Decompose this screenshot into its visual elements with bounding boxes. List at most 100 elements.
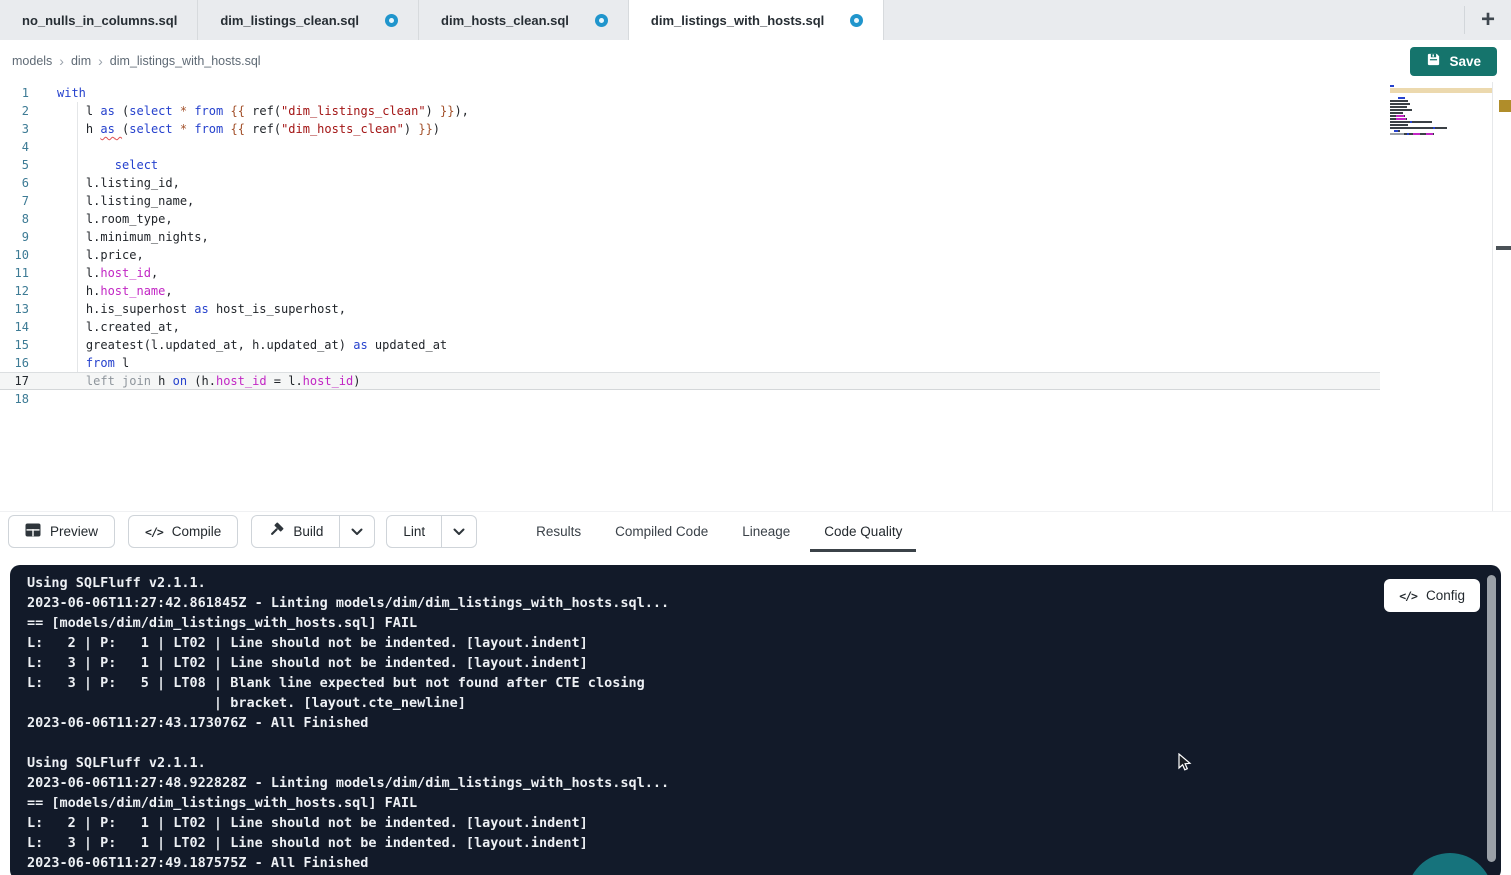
minimap-line bbox=[1390, 103, 1492, 105]
minimap-line bbox=[1390, 118, 1492, 120]
code-line[interactable]: 13 h.is_superhost as host_is_superhost, bbox=[0, 300, 1380, 318]
save-button[interactable]: Save bbox=[1410, 47, 1497, 76]
file-tab-label: dim_listings_with_hosts.sql bbox=[651, 13, 824, 28]
dbt-ide-window: no_nulls_in_columns.sql dim_listings_clea… bbox=[0, 0, 1511, 875]
line-number: 14 bbox=[0, 318, 44, 336]
code-line[interactable]: 9 l.minimum_nights, bbox=[0, 228, 1380, 246]
file-tab-label: dim_listings_clean.sql bbox=[220, 13, 359, 28]
minimap-error-highlight bbox=[1390, 88, 1492, 93]
new-tab-button[interactable]: + bbox=[1465, 0, 1511, 40]
code-line[interactable]: 17 left join h on (h.host_id = l.host_id… bbox=[0, 372, 1380, 390]
code-line[interactable]: 14 l.created_at, bbox=[0, 318, 1380, 336]
line-number: 16 bbox=[0, 354, 44, 372]
file-tab[interactable]: dim_listings_with_hosts.sql bbox=[629, 0, 884, 40]
minimap-line bbox=[1390, 109, 1492, 111]
file-tab[interactable]: dim_listings_clean.sql bbox=[198, 0, 419, 40]
config-label: Config bbox=[1426, 588, 1465, 603]
breadcrumb-separator: › bbox=[59, 53, 64, 69]
hammer-icon bbox=[268, 522, 284, 541]
code-line[interactable]: 10 l.price, bbox=[0, 246, 1380, 264]
file-tab-label: no_nulls_in_columns.sql bbox=[22, 13, 177, 28]
code-line[interactable]: 5 select bbox=[0, 156, 1380, 174]
code-line-text bbox=[44, 390, 57, 408]
minimap-line bbox=[1390, 94, 1492, 96]
file-tab[interactable]: dim_hosts_clean.sql bbox=[419, 0, 629, 40]
chevron-down-icon bbox=[453, 524, 465, 539]
overview-ruler-warning-marker bbox=[1499, 100, 1511, 112]
tab-compiled-code[interactable]: Compiled Code bbox=[601, 512, 722, 552]
code-line[interactable]: 1with bbox=[0, 84, 1380, 102]
terminal-line: == [models/dim/dim_listings_with_hosts.s… bbox=[27, 613, 669, 633]
breadcrumb-segment[interactable]: dim_listings_with_hosts.sql bbox=[110, 54, 261, 68]
code-line[interactable]: 12 h.host_name, bbox=[0, 282, 1380, 300]
code-brackets-icon: </> bbox=[1399, 589, 1417, 603]
file-tab-bar: no_nulls_in_columns.sql dim_listings_clea… bbox=[0, 0, 1511, 40]
terminal-line: Using SQLFluff v2.1.1. bbox=[27, 753, 669, 773]
code-line-text: left join h on (h.host_id = l.host_id) bbox=[44, 373, 360, 389]
lint-dropdown-button[interactable] bbox=[442, 515, 477, 548]
minimap[interactable] bbox=[1390, 85, 1492, 145]
code-line-text: h.host_name, bbox=[44, 282, 173, 300]
terminal-line: | bracket. [layout.cte_newline] bbox=[27, 693, 669, 713]
build-label: Build bbox=[293, 524, 323, 539]
terminal-line: Using SQLFluff v2.1.1. bbox=[27, 573, 669, 593]
code-line[interactable]: 6 l.listing_id, bbox=[0, 174, 1380, 192]
build-button[interactable]: Build bbox=[251, 515, 340, 548]
save-icon bbox=[1426, 52, 1441, 70]
terminal-panel[interactable]: Using SQLFluff v2.1.1.2023-06-06T11:27:4… bbox=[10, 565, 1501, 875]
code-line[interactable]: 8 l.room_type, bbox=[0, 210, 1380, 228]
file-tab-label: dim_hosts_clean.sql bbox=[441, 13, 569, 28]
breadcrumb: models›dim›dim_listings_with_hosts.sql bbox=[12, 54, 261, 69]
minimap-line bbox=[1390, 124, 1492, 126]
code-line-text: l.price, bbox=[44, 246, 144, 264]
terminal-line: 2023-06-06T11:27:48.922828Z - Linting mo… bbox=[27, 773, 669, 793]
editor-scrollbar-track[interactable] bbox=[1492, 82, 1493, 511]
line-number: 6 bbox=[0, 174, 44, 192]
code-line-text bbox=[44, 138, 57, 156]
line-number: 9 bbox=[0, 228, 44, 246]
terminal-line: L: 3 | P: 1 | LT02 | Line should not be … bbox=[27, 833, 669, 853]
code-line[interactable]: 18 bbox=[0, 390, 1380, 408]
code-line[interactable]: 3 h as (select * from {{ ref("dim_hosts_… bbox=[0, 120, 1380, 138]
code-line-text: with bbox=[44, 84, 86, 102]
config-button[interactable]: </> Config bbox=[1384, 579, 1480, 612]
code-line[interactable]: 2 l as (select * from {{ ref("dim_listin… bbox=[0, 102, 1380, 120]
code-line[interactable]: 4 bbox=[0, 138, 1380, 156]
compile-button[interactable]: </> Compile bbox=[128, 515, 238, 548]
minimap-line bbox=[1390, 115, 1492, 117]
terminal-line: L: 2 | P: 1 | LT02 | Line should not be … bbox=[27, 633, 669, 653]
help-bubble-button[interactable] bbox=[1407, 853, 1493, 875]
code-editor[interactable]: 1with2 l as (select * from {{ ref("dim_l… bbox=[0, 82, 1511, 511]
tab-lineage[interactable]: Lineage bbox=[728, 512, 804, 552]
line-number: 7 bbox=[0, 192, 44, 210]
breadcrumb-segment[interactable]: dim bbox=[71, 54, 91, 68]
code-line-text: l.listing_id, bbox=[44, 174, 180, 192]
build-dropdown-button[interactable] bbox=[340, 515, 375, 548]
chevron-down-icon bbox=[351, 524, 363, 539]
breadcrumb-segment[interactable]: models bbox=[12, 54, 52, 68]
line-number: 11 bbox=[0, 264, 44, 282]
tab-code-quality[interactable]: Code Quality bbox=[810, 512, 916, 552]
terminal-line: 2023-06-06T11:27:43.173076Z - All Finish… bbox=[27, 713, 669, 733]
tab-results[interactable]: Results bbox=[522, 512, 595, 552]
code-line-text: select bbox=[44, 156, 158, 174]
line-number: 12 bbox=[0, 282, 44, 300]
result-tabs: ResultsCompiled CodeLineageCode Quality bbox=[519, 512, 919, 552]
minimap-line bbox=[1390, 112, 1492, 114]
file-tab[interactable]: no_nulls_in_columns.sql bbox=[0, 0, 198, 40]
code-line[interactable]: 7 l.listing_name, bbox=[0, 192, 1380, 210]
terminal-scrollbar[interactable] bbox=[1487, 575, 1496, 862]
lint-button[interactable]: Lint bbox=[386, 515, 442, 548]
code-line[interactable]: 11 l.host_id, bbox=[0, 264, 1380, 282]
overview-ruler-cursor-marker bbox=[1496, 246, 1511, 250]
code-line[interactable]: 15 greatest(l.updated_at, h.updated_at) … bbox=[0, 336, 1380, 354]
unsaved-changes-icon bbox=[850, 14, 863, 27]
minimap-line bbox=[1390, 127, 1492, 129]
unsaved-changes-icon bbox=[385, 14, 398, 27]
minimap-line bbox=[1390, 100, 1492, 102]
code-line[interactable]: 16 from l bbox=[0, 354, 1380, 372]
line-number: 5 bbox=[0, 156, 44, 174]
preview-button[interactable]: Preview bbox=[8, 515, 115, 548]
tab-bar-tabs: no_nulls_in_columns.sql dim_listings_clea… bbox=[0, 0, 884, 40]
code-line-text: l.host_id, bbox=[44, 264, 158, 282]
